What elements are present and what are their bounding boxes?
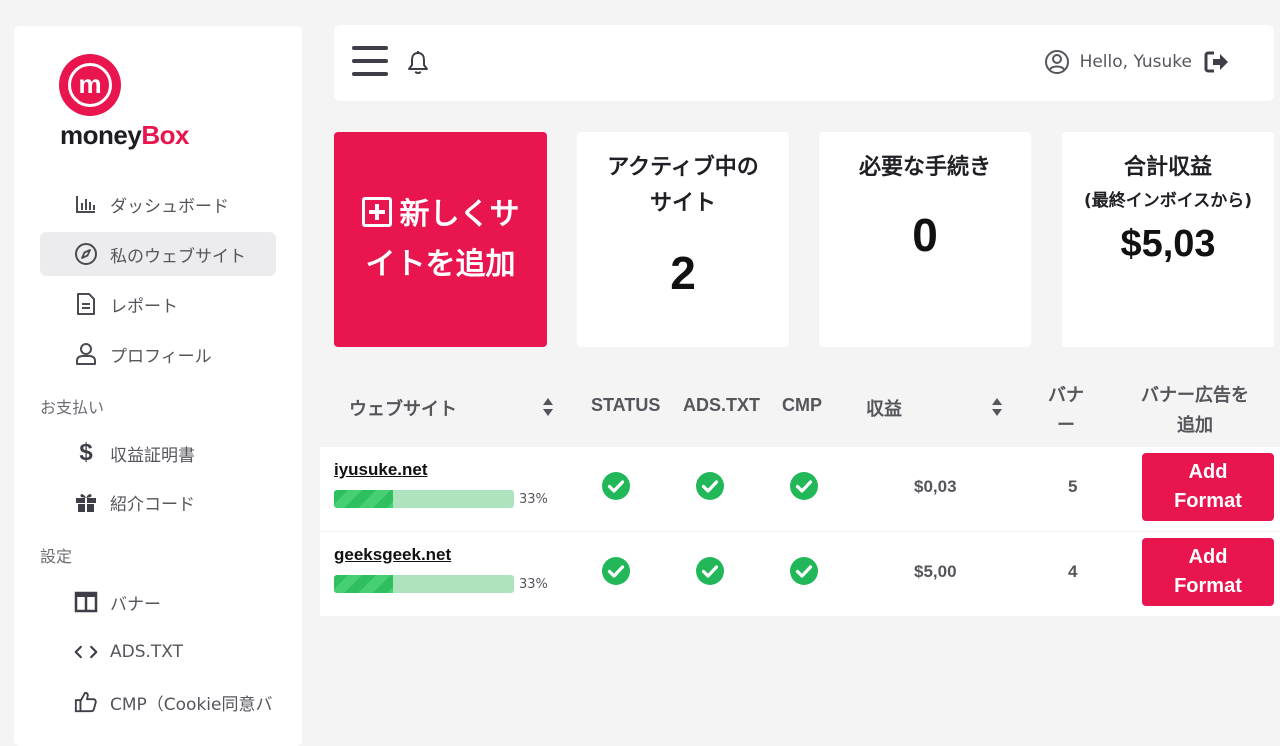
setup-progress-bar	[334, 575, 514, 593]
setup-progress-fill	[334, 490, 394, 508]
code-icon	[74, 640, 98, 664]
column-header-revenue[interactable]: 収益	[866, 395, 902, 421]
stat-value: $5,03	[1120, 223, 1216, 265]
dollar-icon: $	[79, 439, 93, 466]
cmp-check-icon	[790, 557, 818, 585]
stat-title: 合計収益	[1123, 155, 1212, 180]
logo-letter: m	[68, 63, 112, 107]
site-link[interactable]: geeksgeek.net	[334, 545, 451, 565]
column-header-banners-line1: バナ	[1048, 385, 1084, 405]
stat-title-line2: サイト	[649, 191, 716, 216]
bell-icon[interactable]	[406, 50, 430, 76]
column-header-website[interactable]: ウェブサイト	[349, 395, 457, 421]
hamburger-menu-icon[interactable]	[352, 46, 388, 80]
sidebar-item-ads-txt[interactable]: ADS.TXT	[40, 630, 276, 674]
plus-square-icon	[361, 197, 392, 227]
column-header-ads-txt: ADS.TXT	[683, 395, 761, 415]
add-format-line1: Add	[1188, 461, 1228, 483]
logo-icon[interactable]: m	[59, 54, 121, 116]
column-header-banners: バナ ー	[1046, 380, 1086, 440]
logout-icon[interactable]	[1204, 50, 1230, 74]
column-header-status: STATUS	[591, 395, 661, 415]
column-header-add-banner-line2: 追加	[1177, 415, 1213, 435]
status-check-icon	[602, 472, 630, 500]
section-settings-label: 設定	[40, 547, 73, 566]
cmp-check-icon	[790, 472, 818, 500]
banner-count: 4	[1068, 562, 1078, 581]
sidebar-item-label: ADS.TXT	[110, 642, 184, 662]
thumbs-up-icon	[74, 690, 98, 714]
add-format-button[interactable]: Add Format	[1142, 538, 1274, 606]
stat-subtitle: (最終インボイスから)	[1083, 191, 1253, 211]
sidebar-item-banner[interactable]: バナー	[40, 580, 276, 624]
column-header-add-banner-line1: バナー広告を	[1141, 385, 1249, 405]
sidebar-item-label: プロフィール	[110, 346, 212, 367]
sidebar-item-label: レポート	[110, 296, 178, 317]
sidebar-item-revenue-certificate[interactable]: $ 収益証明書	[40, 431, 276, 475]
columns-icon	[74, 590, 98, 614]
stat-title: アクティブ中の	[607, 155, 759, 180]
table-row: iyusuke.net 33% $0,03 5 Add Format	[320, 447, 1280, 531]
stat-title: 必要な手続き	[858, 155, 991, 180]
greeting-text: Hello, Yusuke	[1079, 52, 1192, 72]
user-greeting: Hello, Yusuke	[1044, 49, 1230, 75]
compass-icon	[74, 242, 98, 266]
add-format-button[interactable]: Add Format	[1142, 453, 1274, 521]
add-format-line2: Format	[1174, 490, 1242, 512]
sidebar-item-label: ダッシュボード	[110, 196, 229, 217]
bar-chart-icon	[74, 192, 98, 216]
table-row: geeksgeek.net 33% $5,00 4 Add Format	[320, 532, 1280, 616]
stat-value: 2	[670, 247, 696, 299]
add-new-site-button[interactable]: 新しくサ イトを追加	[334, 132, 547, 347]
sidebar-item-cmp[interactable]: CMP（Cookie同意バ	[40, 680, 276, 724]
stat-card-required-procedures: 必要な手続き 0	[819, 132, 1031, 347]
sidebar-item-referral-code[interactable]: 紹介コード	[40, 480, 276, 524]
section-payments-label: お支払い	[40, 398, 105, 417]
setup-progress-label: 33%	[519, 492, 548, 507]
stat-card-active-sites: アクティブ中の サイト 2	[577, 132, 789, 347]
add-format-line2: Format	[1174, 575, 1242, 597]
stat-card-total-revenue: 合計収益 (最終インボイスから) $5,03	[1062, 132, 1274, 347]
banner-count: 5	[1068, 477, 1078, 496]
ads-txt-check-icon	[696, 557, 724, 585]
sidebar-item-label: 収益証明書	[110, 445, 195, 466]
sidebar-item-profile[interactable]: プロフィール	[40, 332, 276, 376]
sidebar-item-label: バナー	[110, 594, 161, 615]
sidebar: m moneyBox ダッシュボード 私のウェブサイト レポート プロフィール …	[14, 26, 302, 746]
user-circle-icon[interactable]	[1044, 49, 1070, 75]
column-header-add-banner: バナー広告を 追加	[1130, 380, 1260, 440]
sidebar-item-my-websites[interactable]: 私のウェブサイト	[40, 232, 276, 276]
sort-icon[interactable]	[542, 395, 554, 419]
stat-value: 0	[912, 209, 938, 261]
revenue-value: $0,03	[914, 477, 957, 496]
sidebar-item-label: CMP（Cookie同意バ	[110, 694, 273, 715]
setup-progress-bar	[334, 490, 514, 508]
sidebar-item-dashboard[interactable]: ダッシュボード	[40, 182, 276, 226]
column-header-banners-line2: ー	[1057, 415, 1075, 435]
document-icon	[74, 292, 98, 316]
logo-text-part2: Box	[141, 120, 189, 150]
ads-txt-check-icon	[696, 472, 724, 500]
setup-progress-label: 33%	[519, 577, 548, 592]
sort-icon[interactable]	[991, 395, 1003, 419]
gift-icon	[74, 490, 98, 514]
sidebar-item-label: 紹介コード	[110, 494, 195, 515]
logo-text[interactable]: moneyBox	[60, 120, 189, 151]
status-check-icon	[602, 557, 630, 585]
top-bar: Hello, Yusuke	[334, 25, 1274, 101]
logo-text-part1: money	[60, 120, 142, 150]
setup-progress-fill	[334, 575, 394, 593]
user-icon	[74, 342, 98, 366]
revenue-value: $5,00	[914, 562, 957, 581]
sidebar-item-label: 私のウェブサイト	[110, 246, 246, 267]
add-site-label-line1: 新しくサ	[399, 196, 520, 232]
add-format-line1: Add	[1188, 546, 1228, 568]
sidebar-item-reports[interactable]: レポート	[40, 282, 276, 326]
add-site-label-line2: イトを追加	[365, 246, 516, 282]
column-header-cmp: CMP	[782, 395, 822, 415]
site-link[interactable]: iyusuke.net	[334, 460, 428, 480]
